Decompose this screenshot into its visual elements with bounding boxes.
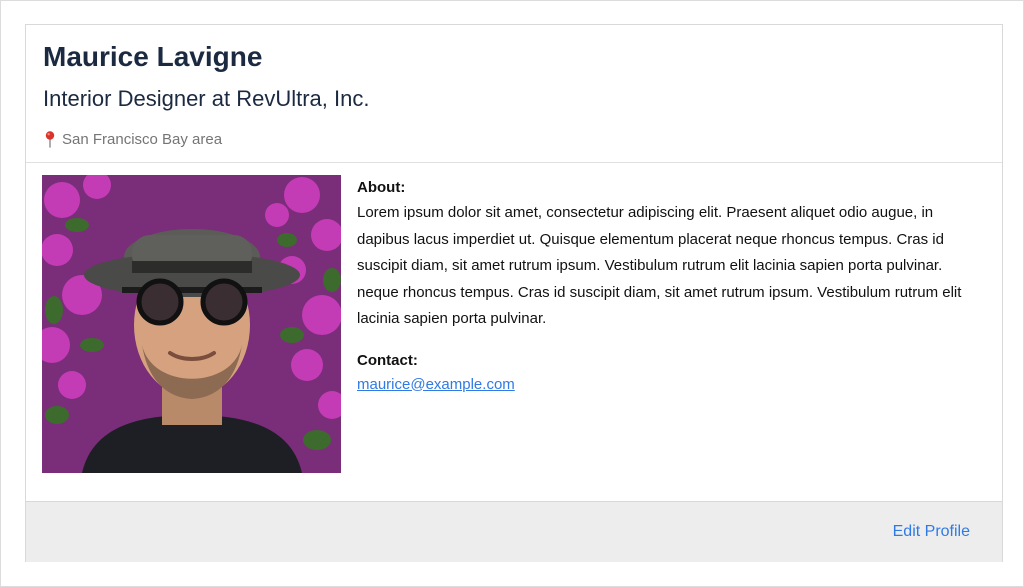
- profile-name: Maurice Lavigne: [43, 41, 263, 72]
- edit-profile-link[interactable]: Edit Profile: [893, 522, 970, 542]
- about-label: About:: [357, 179, 406, 196]
- page-frame: Maurice Lavigne Interior Designer at Rev…: [0, 0, 1024, 587]
- profile-photo: [42, 175, 341, 473]
- contact-label: Contact:: [357, 351, 418, 369]
- profile-body: About: Lorem ipsum dolor sit amet, conse…: [26, 163, 1002, 501]
- about-text: Lorem ipsum dolor sit amet, consectetur …: [357, 204, 962, 327]
- profile-card: Maurice Lavigne Interior Designer at Rev…: [25, 24, 1003, 562]
- profile-info: About: Lorem ipsum dolor sit amet, conse…: [357, 178, 987, 397]
- location-text: San Francisco Bay area: [62, 130, 223, 148]
- contact-email-link[interactable]: maurice@example.com: [357, 373, 515, 397]
- profile-title: Interior Designer at RevUltra, Inc.: [43, 86, 370, 111]
- profile-header: Maurice Lavigne Interior Designer at Rev…: [26, 25, 1002, 163]
- profile-location: San Francisco Bay area: [43, 129, 222, 149]
- map-pin-icon: [43, 130, 57, 148]
- profile-footer: Edit Profile: [26, 501, 1002, 562]
